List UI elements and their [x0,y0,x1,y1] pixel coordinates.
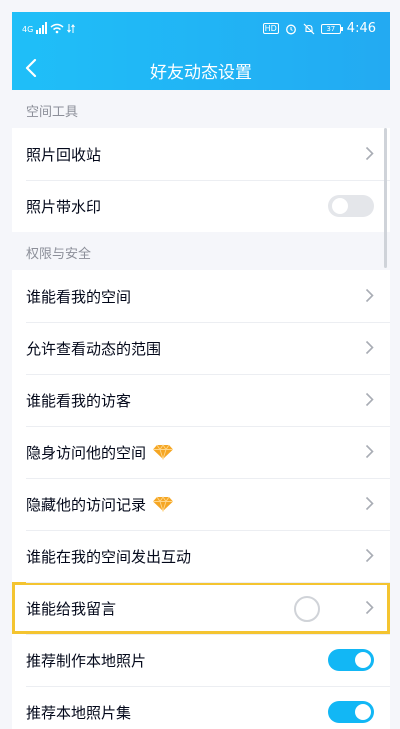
tools-group: 照片回收站 照片带水印 [12,128,390,232]
chevron-right-icon [365,288,374,303]
row-label: 谁能看我的访客 [26,391,132,410]
settings-list[interactable]: 空间工具 照片回收站 照片带水印 权限与安全 谁能看我的空间 允许查看动态的范围 [12,90,390,729]
row-label: 照片回收站 [26,145,102,164]
scrollbar[interactable] [384,128,387,268]
row-label: 推荐本地照片集 [26,703,132,722]
recommend-local-album-toggle[interactable] [328,701,374,723]
signal-label: 4G [22,25,34,34]
invisible-visit-row[interactable]: 隐身访问他的空间 [12,426,390,478]
mute-icon [303,23,315,34]
wifi-icon [50,23,64,34]
signal-icon [36,22,48,34]
touch-indicator [294,596,320,622]
diamond-icon [153,444,174,460]
chevron-right-icon [365,548,374,563]
hide-visit-record-row[interactable]: 隐藏他的访问记录 [12,478,390,530]
row-label: 推荐制作本地照片 [26,651,147,670]
phone-screen: 4G HD 37 4:46 好友动态设置 空间工具 照片回收站 照片带水印 权限… [0,0,400,729]
section-heading-tools: 空间工具 [26,105,79,120]
chevron-right-icon [365,392,374,407]
status-left: 4G [22,22,76,34]
status-time: 4:46 [346,21,376,36]
section-heading-privacy: 权限与安全 [26,247,92,262]
diamond-icon [153,496,174,512]
recommend-local-album-row[interactable]: 推荐本地照片集 [12,686,390,729]
battery-icon: 37 [320,23,343,34]
photo-recycle-bin-row[interactable]: 照片回收站 [12,128,390,180]
chevron-right-icon [365,444,374,459]
title-bar: 好友动态设置 [12,46,390,90]
privacy-group: 谁能看我的空间 允许查看动态的范围 谁能看我的访客 隐身访问他的空间 隐藏他的访… [12,270,390,729]
data-transfer-icon [67,24,76,33]
toggle-knob [355,652,371,668]
row-label: 允许查看动态的范围 [26,339,162,358]
status-bar: 4G HD 37 4:46 [12,12,390,46]
recommend-local-photo-row[interactable]: 推荐制作本地照片 [12,634,390,686]
feed-visibility-range-row[interactable]: 允许查看动态的范围 [12,322,390,374]
row-label: 隐藏他的访问记录 [26,494,174,515]
status-right: HD 37 4:46 [262,21,376,36]
row-label: 照片带水印 [26,197,102,216]
chevron-right-icon [365,496,374,511]
row-label-text: 隐身访问他的空间 [26,443,147,462]
photo-watermark-row[interactable]: 照片带水印 [12,180,390,232]
watermark-toggle[interactable] [328,195,374,217]
toggle-knob [332,198,348,214]
who-can-view-visitors-row[interactable]: 谁能看我的访客 [12,374,390,426]
row-label: 谁能在我的空间发出互动 [26,547,192,566]
hd-badge: HD [262,23,279,34]
row-label: 隐身访问他的空间 [26,442,174,463]
who-can-interact-row[interactable]: 谁能在我的空间发出互动 [12,530,390,582]
row-label: 谁能给我留言 [26,599,117,618]
row-label: 谁能看我的空间 [26,287,132,306]
who-can-leave-message-row[interactable]: 谁能给我留言 [12,582,390,634]
alarm-icon [285,24,296,34]
page-title: 好友动态设置 [150,63,252,83]
who-can-view-space-row[interactable]: 谁能看我的空间 [12,270,390,322]
chevron-right-icon [365,146,374,161]
toggle-knob [355,704,371,720]
chevron-right-icon [365,340,374,355]
chevron-right-icon [365,600,374,615]
row-label-text: 隐藏他的访问记录 [26,495,147,514]
recommend-local-photo-toggle[interactable] [328,649,374,671]
